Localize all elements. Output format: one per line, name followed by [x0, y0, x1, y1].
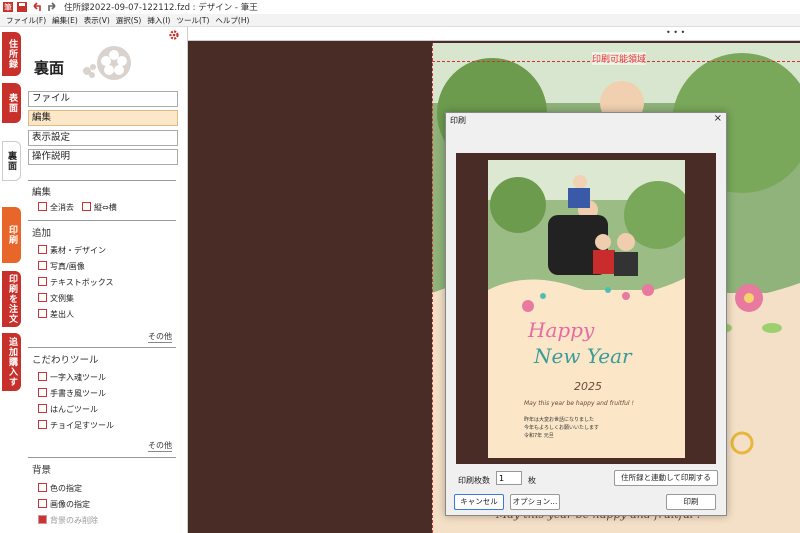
material-design-item[interactable]: 素材・デザイン	[38, 245, 106, 257]
redo-icon[interactable]	[46, 1, 58, 13]
divider	[28, 180, 176, 181]
window-title: 住所録2022-09-07-122112.fzd : デザイン - 筆王	[64, 3, 258, 13]
options-button[interactable]: オプション...	[510, 494, 560, 510]
cancel-button[interactable]: キャンセル	[454, 494, 504, 510]
paint-bucket-icon	[38, 483, 47, 492]
photo-icon	[38, 261, 47, 270]
delete-background-item: 背景のみ削除	[38, 515, 98, 527]
tab-address-book[interactable]: 住所録	[2, 32, 21, 76]
menu-insert[interactable]: 挿入(I)	[147, 14, 170, 27]
section-edit-heading: 編集	[32, 187, 52, 198]
dialog-title: 印刷	[450, 116, 466, 125]
nav-instructions-button[interactable]: 操作説明	[28, 149, 178, 165]
greeting-line-2: 今年もよろしくお願いいたします	[524, 425, 600, 431]
sample-text-icon	[38, 293, 47, 302]
greeting-english: May this year be happy and fruitful !	[524, 400, 634, 407]
divider	[28, 347, 176, 348]
undo-icon[interactable]	[31, 1, 43, 13]
preview-card: Happy New Year 2025 May this year be hap…	[488, 160, 685, 458]
divider	[28, 220, 176, 221]
print-area-label: 印刷可能領域	[592, 52, 647, 65]
stamp-icon	[38, 404, 47, 413]
flower-decoration	[83, 46, 131, 80]
sender-item[interactable]: 差出人	[38, 309, 74, 321]
clear-all-item[interactable]: 全消去	[38, 202, 74, 214]
copies-input[interactable]	[496, 471, 522, 485]
menu-view[interactable]: 表示(V)	[84, 14, 110, 27]
close-icon[interactable]: ×	[714, 113, 722, 124]
gear-icon[interactable]	[168, 29, 180, 41]
color-setting-item[interactable]: 色の指定	[38, 483, 82, 495]
more-dots[interactable]: • • •	[666, 28, 685, 37]
menu-select[interactable]: 選択(S)	[116, 14, 142, 27]
side-panel: 裏面 ファイル 編集 表示設定 操作説明 編集 全消去 縦⇔横 追加 素材・デザ…	[24, 27, 188, 533]
mode-tabs: 住所録 表面 裏面 印刷 印刷を注文 追加購入する	[0, 27, 24, 533]
stamp-tool-item[interactable]: はんごツール	[38, 404, 98, 416]
section-background-heading: 背景	[32, 465, 52, 476]
copies-unit: 枚	[528, 476, 536, 485]
brush-icon	[38, 372, 47, 381]
image-setting-item[interactable]: 画像の指定	[38, 499, 90, 511]
menu-file[interactable]: ファイル(F)	[6, 14, 46, 27]
year-text: 2025	[574, 380, 602, 393]
text-icon	[38, 277, 47, 286]
menu-help[interactable]: ヘルプ(H)	[215, 14, 249, 27]
link-address-print-button[interactable]: 住所録と連動して印刷する	[614, 470, 718, 486]
print-button[interactable]: 印刷	[666, 494, 716, 510]
tab-buy-more[interactable]: 追加購入する	[2, 333, 21, 391]
one-char-tool-item[interactable]: 一字入魂ツール	[38, 372, 106, 384]
choi-tool-item[interactable]: チョイ足すツール	[38, 420, 114, 432]
menu-tools[interactable]: ツール(T)	[176, 14, 209, 27]
menu-edit[interactable]: 編集(E)	[52, 14, 78, 27]
menu-bar: ファイル(F) 編集(E) 表示(V) 選択(S) 挿入(I) ツール(T) ヘルプ(H)	[0, 14, 800, 27]
nav-display-settings-button[interactable]: 表示設定	[28, 130, 178, 146]
text-box-item[interactable]: テキストボックス	[38, 277, 114, 289]
add-icon	[38, 420, 47, 429]
section-add-heading: 追加	[32, 228, 52, 239]
print-area-left-guide	[432, 43, 433, 533]
tab-front[interactable]: 表面	[2, 83, 21, 123]
greeting-line-3: 令和7年 元旦	[524, 433, 554, 439]
section-tools-heading: こだわりツール	[32, 355, 99, 366]
happy-text: Happy	[528, 318, 595, 342]
print-preview: Happy New Year 2025 May this year be hap…	[456, 153, 716, 464]
copies-label: 印刷枚数	[458, 476, 490, 485]
greeting-line-1: 昨年は大変お世話になりました	[524, 417, 595, 423]
pen-icon	[38, 388, 47, 397]
nav-edit-button[interactable]: 編集	[28, 110, 178, 126]
tab-order-print[interactable]: 印刷を注文	[2, 271, 21, 327]
divider	[28, 457, 176, 458]
preview-photo	[488, 160, 685, 458]
print-dialog: 印刷 × Happy New Year 2025 May this year b…	[445, 112, 727, 516]
app-icon: 筆	[3, 2, 13, 12]
sample-text-item[interactable]: 文例集	[38, 293, 74, 305]
svg-text:筆: 筆	[4, 2, 12, 12]
image-icon	[38, 499, 47, 508]
photo-image-item[interactable]: 写真/画像	[38, 261, 85, 273]
clear-icon	[38, 202, 47, 211]
material-icon	[38, 245, 47, 254]
title-bar: 筆 住所録2022-09-07-122112.fzd : デザイン - 筆王	[0, 0, 800, 14]
orientation-toggle-item[interactable]: 縦⇔横	[82, 202, 117, 214]
add-more-link[interactable]: その他	[148, 331, 172, 343]
handwriting-tool-item[interactable]: 手書き風ツール	[38, 388, 106, 400]
trash-icon	[38, 515, 47, 524]
new-year-text: New Year	[534, 344, 632, 368]
tab-print[interactable]: 印刷	[2, 207, 21, 263]
sender-icon	[38, 309, 47, 318]
top-ruler: • • •	[188, 27, 800, 41]
save-icon[interactable]	[16, 1, 28, 13]
rotate-icon	[82, 202, 91, 211]
panel-title: 裏面	[34, 59, 65, 77]
tab-back[interactable]: 裏面	[2, 141, 21, 181]
nav-file-button[interactable]: ファイル	[28, 91, 178, 107]
tools-more-link[interactable]: その他	[148, 440, 172, 452]
